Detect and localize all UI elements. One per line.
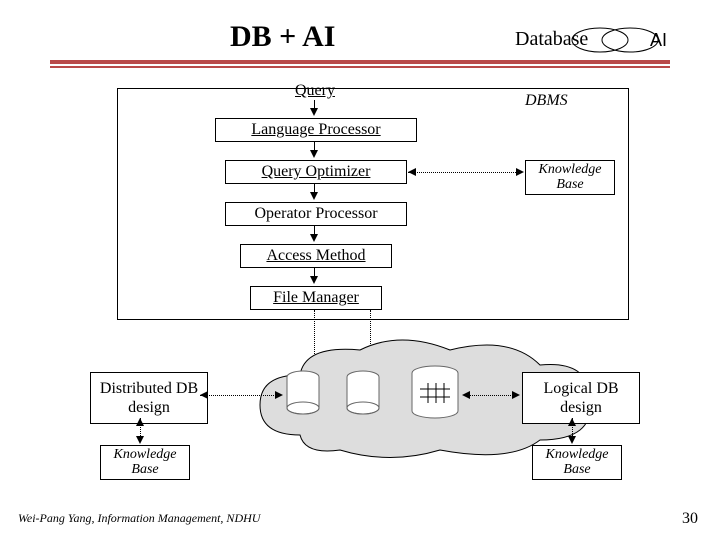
venn-diagram xyxy=(570,22,660,58)
arrow-line xyxy=(314,226,315,234)
arrow-right-icon xyxy=(512,391,520,399)
connector-dotted xyxy=(408,172,516,173)
arrow-down-icon xyxy=(310,234,318,242)
arrow-down-icon xyxy=(568,436,576,444)
cylinder-grid-icon xyxy=(410,365,460,420)
arrow-down-icon xyxy=(310,276,318,284)
slide-title: DB + AI xyxy=(230,20,335,54)
arrow-right-icon xyxy=(516,168,524,176)
arrow-down-icon xyxy=(136,436,144,444)
arrow-up-icon xyxy=(568,418,576,426)
stage-language-processor: Language Processor xyxy=(215,118,417,142)
divider-thin xyxy=(50,66,670,68)
arrow-down-icon xyxy=(310,192,318,200)
cylinder-icon xyxy=(345,370,381,416)
arrow-down-icon xyxy=(310,108,318,116)
footer-credit: Wei-Pang Yang, Information Management, N… xyxy=(18,511,260,526)
divider-heavy xyxy=(50,60,670,64)
page-number: 30 xyxy=(682,510,698,528)
knowledge-base-top: Knowledge Base xyxy=(525,160,615,195)
arrow-down-icon xyxy=(310,150,318,158)
stage-query-optimizer: Query Optimizer xyxy=(225,160,407,184)
knowledge-base-left: Knowledge Base xyxy=(100,445,190,480)
logical-db-design: Logical DB design xyxy=(522,372,640,424)
stage-query: Query xyxy=(245,80,385,102)
arrow-left-icon xyxy=(462,391,470,399)
arrow-line xyxy=(314,142,315,150)
arrow-up-icon xyxy=(136,418,144,426)
arrow-left-icon xyxy=(408,168,416,176)
connector-dotted xyxy=(465,395,517,396)
stage-access-method: Access Method xyxy=(240,244,392,268)
distributed-db-design: Distributed DB design xyxy=(90,372,208,424)
arrow-left-icon xyxy=(200,391,208,399)
stage-file-manager: File Manager xyxy=(250,286,382,310)
venn-label-ai: AI xyxy=(650,30,667,51)
cylinder-icon xyxy=(285,370,321,416)
stage-operator-processor: Operator Processor xyxy=(225,202,407,226)
arrow-line xyxy=(314,268,315,276)
arrow-line xyxy=(314,184,315,192)
dbms-label: DBMS xyxy=(525,92,568,110)
arrow-line xyxy=(314,100,315,108)
connector-dotted xyxy=(200,395,280,396)
arrow-right-icon xyxy=(275,391,283,399)
knowledge-base-right: Knowledge Base xyxy=(532,445,622,480)
